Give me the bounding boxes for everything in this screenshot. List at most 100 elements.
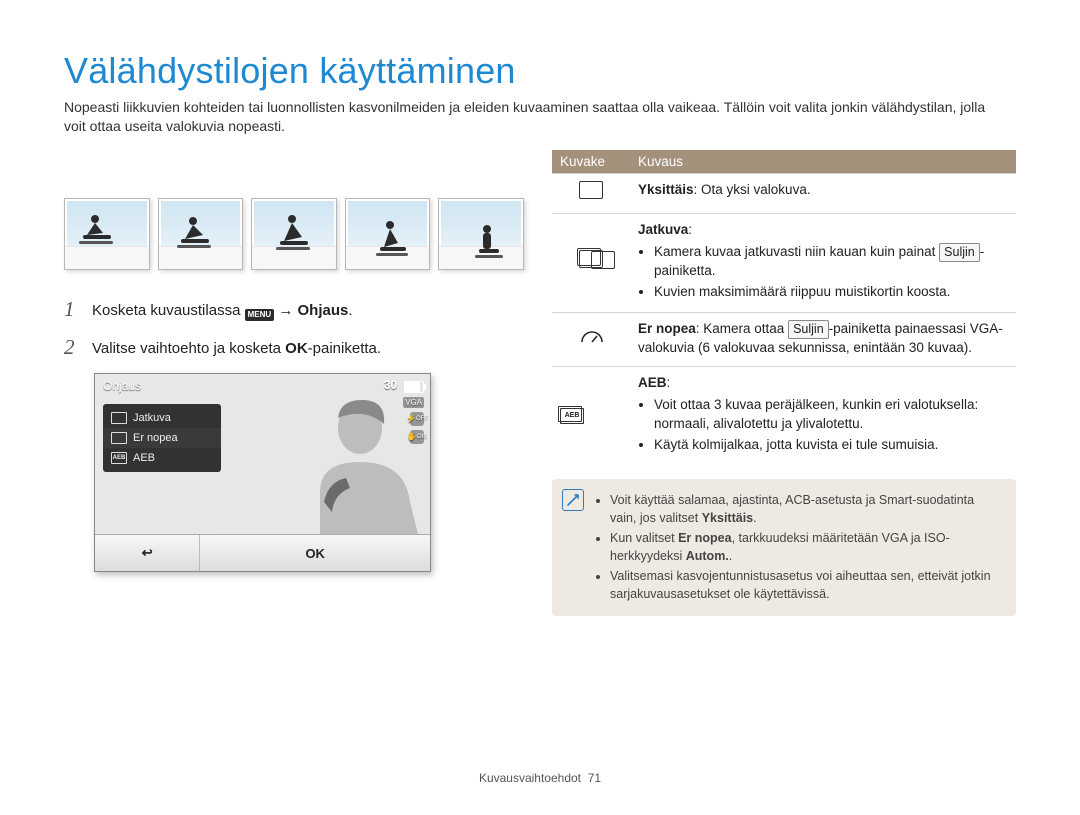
mode-name: Yksittäis	[638, 182, 694, 197]
list-item: Kun valitset Er nopea, tarkkuudeksi määr…	[610, 529, 1002, 565]
mode-icon-cell	[552, 173, 630, 213]
ois-icon: ✋OIS	[410, 430, 424, 444]
text: Valitse vaihtoehto ja kosketa	[92, 340, 285, 357]
ok-label: OK	[285, 340, 308, 357]
mode-name: AEB	[638, 375, 667, 390]
table-row: Er nopea: Kamera ottaa Suljin-painiketta…	[552, 312, 1016, 366]
table-header-row: Kuvake Kuvaus	[552, 150, 1016, 174]
text-bold: Er nopea	[678, 531, 732, 545]
page-footer: Kuvausvaihtoehdot 71	[0, 771, 1080, 785]
intro-paragraph: Nopeasti liikkuvien kohteiden tai luonno…	[64, 98, 994, 136]
drive-mode-menu: Jatkuva Er nopea AEB AEB	[103, 404, 221, 472]
text: Voit käyttää salamaa, ajastinta, ACB-ase…	[610, 493, 974, 525]
highspeed-icon	[580, 328, 602, 344]
col-header-desc: Kuvaus	[630, 150, 1016, 174]
note-icon	[562, 489, 584, 511]
footer-section-label: Kuvausvaihtoehdot	[479, 771, 581, 785]
mode-desc-cell: Yksittäis: Ota yksi valokuva.	[630, 173, 1016, 213]
text: Kamera kuvaa jatkuvasti niin kauan kuin …	[654, 244, 939, 259]
text: Kosketa kuvaustilassa	[92, 302, 245, 319]
camera-ui-mock: Ohjaus 30 VGA ⚡OFF ✋OIS Jatkuva	[94, 373, 431, 572]
text-bold: Autom.	[686, 549, 729, 563]
mode-description-table: Kuvake Kuvaus Yksittäis: Ota yksi valoku…	[552, 150, 1016, 465]
step-number: 2	[64, 337, 82, 358]
desc-list: Voit ottaa 3 kuvaa peräjälkeen, kunkin e…	[638, 396, 1008, 455]
text: :	[667, 375, 671, 390]
list-item: Valitsemasi kasvojentunnistusasetus voi …	[610, 567, 1002, 603]
single-shot-icon	[579, 181, 603, 199]
table-row: AEB AEB: Voit ottaa 3 kuvaa peräjälkeen,…	[552, 367, 1016, 465]
step-2: 2 Valitse vaihtoehto ja kosketa OK-paini…	[64, 336, 524, 360]
mode-icon-cell: AEB	[552, 367, 630, 465]
menu-item-label: Jatkuva	[133, 412, 171, 424]
continuous-icon	[111, 412, 127, 424]
step-text: Valitse vaihtoehto ja kosketa OK-painike…	[92, 336, 381, 360]
camera-button-row: ↩ OK	[95, 534, 430, 571]
camera-screen-title: Ohjaus	[103, 379, 141, 393]
arrow: →	[278, 302, 297, 319]
highspeed-icon	[111, 432, 127, 444]
shutter-key: Suljin	[939, 243, 980, 263]
page-number: 71	[588, 771, 601, 785]
text: .	[753, 511, 756, 525]
list-item: Voit käyttää salamaa, ajastinta, ACB-ase…	[610, 491, 1002, 527]
col-header-icon: Kuvake	[552, 150, 630, 174]
note-list: Voit käyttää salamaa, ajastinta, ACB-ase…	[594, 491, 1002, 604]
text: : Ota yksi valokuva.	[694, 182, 811, 197]
camera-screen: Ohjaus 30 VGA ⚡OFF ✋OIS Jatkuva	[95, 374, 430, 534]
text: -painiketta.	[308, 340, 381, 357]
list-item: Voit ottaa 3 kuvaa peräjälkeen, kunkin e…	[654, 396, 1008, 434]
burst-illustration	[64, 156, 524, 270]
mode-icon-cell	[552, 312, 630, 366]
burst-frame	[158, 198, 244, 270]
menu-item-highspeed[interactable]: Er nopea	[103, 428, 221, 448]
text: :	[688, 222, 692, 237]
mode-icon-cell	[552, 213, 630, 312]
menu-item-continuous[interactable]: Jatkuva	[103, 408, 221, 428]
menu-item-label: AEB	[133, 452, 155, 464]
list-item: Kamera kuvaa jatkuvasti niin kauan kuin …	[654, 243, 1008, 281]
step-text: Kosketa kuvaustilassa MENU → Ohjaus.	[92, 298, 353, 322]
shot-count-row: 30	[384, 378, 424, 392]
table-row: Yksittäis: Ota yksi valokuva.	[552, 173, 1016, 213]
flash-off-icon: ⚡OFF	[410, 412, 424, 426]
shot-count: 30	[384, 378, 397, 392]
left-column: 1 Kosketa kuvaustilassa MENU → Ohjaus. 2…	[64, 150, 524, 616]
text: .	[348, 302, 352, 319]
burst-frame	[251, 198, 337, 270]
mode-desc-cell: Jatkuva: Kamera kuvaa jatkuvasti niin ka…	[630, 213, 1016, 312]
burst-frame	[64, 198, 150, 270]
list-item: Kuvien maksimimäärä riippuu muistikortin…	[654, 283, 1008, 302]
step-1: 1 Kosketa kuvaustilassa MENU → Ohjaus.	[64, 298, 524, 322]
camera-status-column: 30 VGA ⚡OFF ✋OIS	[384, 378, 424, 443]
menu-key-icon: MENU	[245, 309, 275, 321]
mode-desc-cell: AEB: Voit ottaa 3 kuvaa peräjälkeen, kun…	[630, 367, 1016, 465]
right-column: Kuvake Kuvaus Yksittäis: Ota yksi valoku…	[552, 150, 1016, 616]
desc-list: Kamera kuvaa jatkuvasti niin kauan kuin …	[638, 243, 1008, 302]
list-item: Käytä kolmijalkaa, jotta kuvista ei tule…	[654, 436, 1008, 455]
aeb-icon: AEB	[111, 452, 127, 464]
menu-item-label: Er nopea	[133, 432, 178, 444]
shutter-key: Suljin	[788, 320, 829, 340]
aeb-icon: AEB	[560, 408, 584, 424]
note-box: Voit käyttää salamaa, ajastinta, ACB-ase…	[552, 479, 1016, 616]
text-bold: Yksittäis	[702, 511, 753, 525]
step-number: 1	[64, 299, 82, 320]
text: : Kamera ottaa	[696, 321, 788, 336]
two-column-layout: 1 Kosketa kuvaustilassa MENU → Ohjaus. 2…	[64, 150, 1016, 616]
vga-badge: VGA	[403, 397, 424, 408]
text: .	[729, 549, 732, 563]
battery-icon	[404, 381, 424, 393]
continuous-icon	[579, 250, 603, 268]
manual-page: Välähdystilojen käyttäminen Nopeasti lii…	[0, 0, 1080, 815]
table-row: Jatkuva: Kamera kuvaa jatkuvasti niin ka…	[552, 213, 1016, 312]
ok-button[interactable]: OK	[200, 535, 430, 571]
text: Kun valitset	[610, 531, 678, 545]
burst-frame	[345, 198, 431, 270]
mode-desc-cell: Er nopea: Kamera ottaa Suljin-painiketta…	[630, 312, 1016, 366]
menu-item-aeb[interactable]: AEB AEB	[103, 448, 221, 468]
mode-name: Er nopea	[638, 321, 696, 336]
mode-name: Jatkuva	[638, 222, 688, 237]
back-button[interactable]: ↩	[95, 535, 200, 571]
text-bold: Ohjaus	[297, 302, 348, 319]
